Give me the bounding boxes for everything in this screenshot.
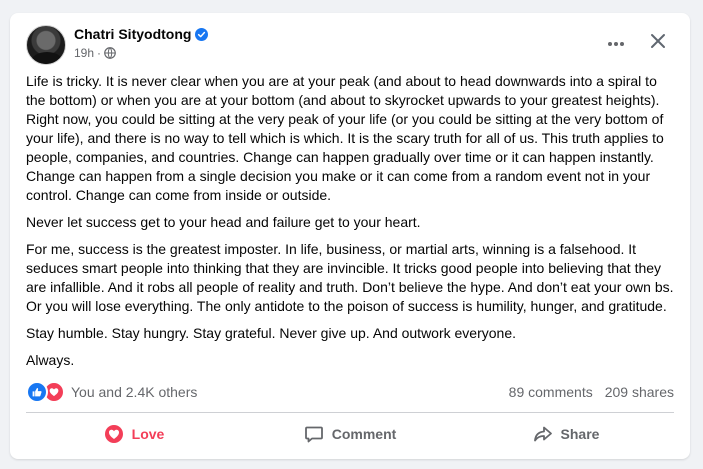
love-icon (104, 424, 124, 444)
close-button[interactable] (642, 27, 674, 59)
post-header: Chatri Sityodtong 19h · (26, 25, 674, 65)
comment-button[interactable]: Comment (242, 417, 458, 451)
stats-right: 89 comments 209 shares (509, 384, 674, 400)
header-actions (600, 27, 674, 59)
post-card: Chatri Sityodtong 19h · Life is tricky. … (10, 13, 690, 459)
actions-divider (26, 412, 674, 413)
share-button[interactable]: Share (458, 417, 674, 451)
more-options-button[interactable] (600, 27, 632, 59)
verified-badge-icon (195, 27, 209, 41)
globe-icon (104, 47, 116, 59)
post-meta: 19h · (74, 46, 116, 60)
post-time[interactable]: 19h (74, 46, 94, 60)
post-paragraph: Always. (26, 352, 75, 368)
post-stats: You and 2.4K others 89 comments 209 shar… (26, 381, 674, 403)
comments-count[interactable]: 89 comments (509, 384, 593, 400)
share-label: Share (560, 426, 600, 442)
like-reaction-icon (26, 381, 48, 403)
post-paragraph: For me, success is the greatest imposter… (26, 241, 674, 314)
post-actions: Love Comment Share (26, 417, 674, 451)
post-paragraph: Never let success get to your head and f… (26, 214, 421, 230)
love-label: Love (131, 426, 165, 442)
meta-separator: · (97, 46, 102, 60)
reactions-count[interactable]: You and 2.4K others (71, 384, 197, 400)
avatar[interactable] (26, 25, 66, 65)
reaction-icons[interactable] (26, 381, 65, 403)
avatar-figure (31, 52, 63, 64)
post-paragraph: Stay humble. Stay hungry. Stay grateful.… (26, 325, 517, 341)
more-options-icon (607, 34, 625, 52)
author-name[interactable]: Chatri Sityodtong (74, 26, 191, 42)
post-paragraph: Life is tricky. It is never clear when y… (26, 73, 664, 203)
comment-label: Comment (331, 426, 397, 442)
post-body: Life is tricky. It is never clear when y… (26, 72, 674, 378)
close-icon (650, 33, 666, 54)
share-icon (533, 424, 553, 444)
author-line: Chatri Sityodtong (74, 26, 209, 42)
shares-count[interactable]: 209 shares (605, 384, 674, 400)
love-button[interactable]: Love (26, 417, 242, 451)
comment-icon (304, 424, 324, 444)
